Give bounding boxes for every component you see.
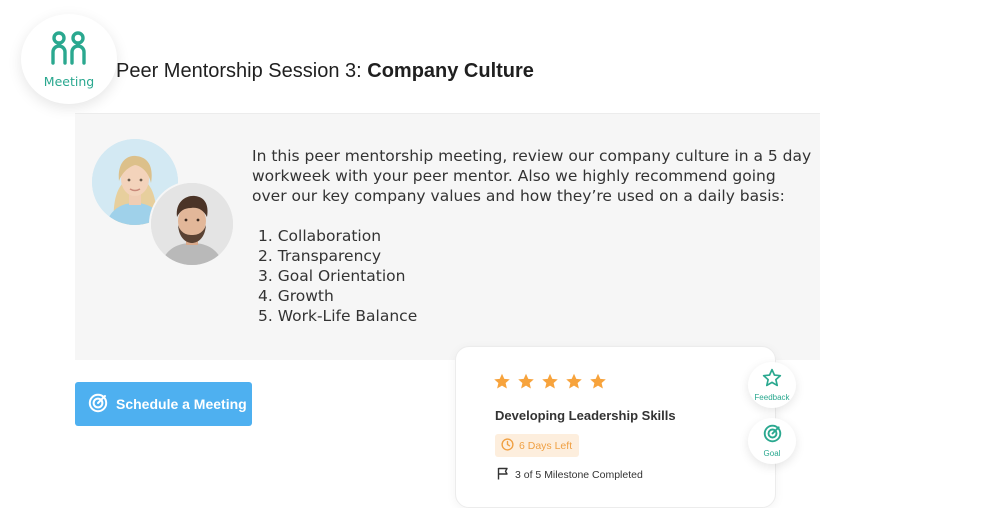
feedback-label: Feedback — [754, 393, 790, 402]
avatar-man — [149, 181, 235, 267]
days-left-badge: 6 Days Left — [495, 434, 580, 457]
flag-icon — [497, 467, 509, 483]
star-icon — [493, 373, 511, 395]
goal-button[interactable]: Goal — [748, 418, 796, 464]
target-icon — [88, 393, 108, 416]
milestone-text: 3 of 5 Milestone Completed — [515, 469, 643, 481]
goal-icon — [763, 424, 782, 448]
star-icon — [541, 373, 559, 395]
list-item: 4. Growth — [258, 287, 334, 305]
star-icon — [565, 373, 583, 395]
title-prefix: Peer Mentorship Session 3: — [116, 60, 368, 82]
goal-label: Goal — [763, 449, 781, 458]
list-item: 5. Work-Life Balance — [258, 307, 418, 325]
title-emphasis: Company Culture — [367, 60, 534, 82]
page-title: Peer Mentorship Session 3: Company Cultu… — [116, 60, 534, 83]
meeting-badge: Meeting — [21, 14, 117, 104]
list-item: 2. Transparency — [258, 247, 382, 265]
goal-card — [455, 346, 776, 508]
feedback-button[interactable]: Feedback — [748, 362, 796, 408]
star-outline-icon — [762, 368, 782, 392]
schedule-meeting-button[interactable]: Schedule a Meeting — [75, 382, 252, 426]
schedule-meeting-label: Schedule a Meeting — [116, 396, 247, 412]
session-description: In this peer mentorship meeting, review … — [252, 147, 812, 205]
goal-title: Developing Leadership Skills — [495, 408, 676, 423]
meeting-icon — [49, 29, 89, 70]
list-item: 1. Collaboration — [258, 227, 382, 245]
meeting-badge-label: Meeting — [43, 74, 95, 89]
list-item: 3. Goal Orientation — [258, 267, 406, 285]
company-values-list: 1. Collaboration 2. Transparency 3. Goal… — [258, 226, 417, 326]
star-icon — [589, 373, 607, 395]
rating-stars — [493, 373, 607, 395]
days-left-text: 6 Days Left — [519, 439, 573, 452]
star-icon — [517, 373, 535, 395]
milestone-progress: 3 of 5 Milestone Completed — [497, 467, 643, 483]
clock-icon — [501, 437, 514, 454]
